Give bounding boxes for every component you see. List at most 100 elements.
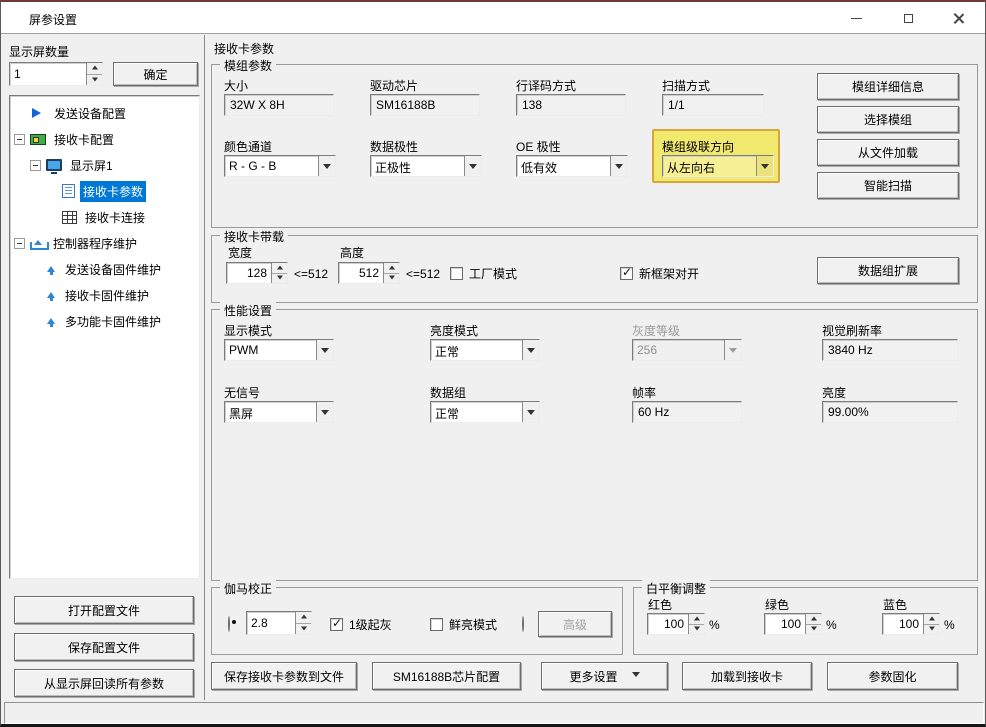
chevron-down-icon[interactable] xyxy=(316,340,333,360)
spin-down-icon[interactable] xyxy=(384,273,399,284)
minimize-button[interactable] xyxy=(839,7,873,29)
blue-stepper[interactable] xyxy=(882,613,940,635)
confirm-button[interactable]: 确定 xyxy=(113,62,198,86)
screen-count-input[interactable] xyxy=(10,63,86,85)
tree-item-send-device-config[interactable]: 发送设备配置 xyxy=(10,100,199,126)
scan-mode-field: 1/1 xyxy=(662,94,764,116)
red-input[interactable] xyxy=(648,614,688,634)
maximize-button[interactable] xyxy=(891,7,925,29)
spin-down-icon[interactable] xyxy=(296,623,311,635)
send-arrow-icon xyxy=(32,108,46,118)
visual-refresh-field: 3840 Hz xyxy=(822,339,958,361)
chevron-down-icon[interactable] xyxy=(522,340,539,360)
frame-rate-field: 60 Hz xyxy=(632,401,742,423)
solidify-params-button[interactable]: 参数固化 xyxy=(827,662,958,690)
spin-down-icon[interactable] xyxy=(806,624,821,635)
spin-up-icon[interactable] xyxy=(384,263,399,273)
color-channel-dropdown[interactable]: R - G - B xyxy=(224,155,336,177)
save-config-file-button[interactable]: 保存配置文件 xyxy=(14,633,194,661)
data-polarity-dropdown[interactable]: 正极性 xyxy=(370,155,482,177)
checkbox-icon[interactable] xyxy=(450,267,463,280)
data-group-expand-button[interactable]: 数据组扩展 xyxy=(817,257,959,284)
tree-item-controller-maintenance[interactable]: 控制器程序维护 xyxy=(10,230,199,256)
data-group-dropdown[interactable]: 正常 xyxy=(430,401,540,423)
close-button[interactable] xyxy=(941,7,975,29)
checkbox-icon[interactable] xyxy=(330,618,343,631)
more-settings-button[interactable]: 更多设置 xyxy=(541,662,668,690)
blue-input[interactable] xyxy=(883,614,923,634)
minimize-icon xyxy=(851,18,862,19)
load-to-card-button[interactable]: 加载到接收卡 xyxy=(682,662,812,690)
tree-item-receiving-card-params[interactable]: 接收卡参数 xyxy=(10,178,199,204)
spin-down-icon[interactable] xyxy=(924,624,939,635)
gamma-value-radio[interactable] xyxy=(228,616,230,632)
tree-item-multifunction-card-firmware[interactable]: 多功能卡固件维护 xyxy=(10,308,199,334)
tree-item-display-screen-1[interactable]: 显示屏1 xyxy=(10,152,199,178)
readback-all-params-button[interactable]: 从显示屏回读所有参数 xyxy=(14,669,194,697)
chevron-down-icon[interactable] xyxy=(318,156,335,176)
brightness-mode-dropdown[interactable]: 正常 xyxy=(430,339,540,361)
green-stepper[interactable] xyxy=(764,613,822,635)
new-frame-checkbox[interactable]: 新框架对开 xyxy=(620,265,699,282)
tree-item-receiving-card-connection[interactable]: 接收卡连接 xyxy=(10,204,199,230)
spin-down-icon[interactable] xyxy=(689,624,704,635)
select-module-button[interactable]: 选择模组 xyxy=(817,106,959,133)
gray-level-dropdown: 256 xyxy=(632,339,742,361)
red-stepper[interactable] xyxy=(647,613,705,635)
row-decode-field: 138 xyxy=(516,94,626,116)
screen-count-stepper[interactable] xyxy=(9,62,103,86)
red-label: 红色 xyxy=(648,596,672,613)
oe-polarity-dropdown[interactable]: 低有效 xyxy=(516,155,628,177)
gamma-input[interactable] xyxy=(247,612,295,634)
vivid-mode-checkbox[interactable]: 鲜亮模式 xyxy=(430,616,497,633)
scan-mode-label: 扫描方式 xyxy=(662,77,710,94)
factory-mode-checkbox[interactable]: 工厂模式 xyxy=(450,265,517,282)
tree-item-send-device-firmware[interactable]: 发送设备固件维护 xyxy=(10,256,199,282)
collapse-icon[interactable] xyxy=(14,134,25,145)
checkbox-icon[interactable] xyxy=(620,267,633,280)
chevron-down-icon[interactable] xyxy=(610,156,627,176)
chevron-down-icon[interactable] xyxy=(316,402,333,422)
display-mode-dropdown[interactable]: PWM xyxy=(224,339,334,361)
no-signal-dropdown[interactable]: 黑屏 xyxy=(224,401,334,423)
chip-config-button[interactable]: SM16188B芯片配置 xyxy=(372,662,521,690)
spin-down-icon[interactable] xyxy=(272,273,287,284)
chevron-down-icon[interactable] xyxy=(464,156,481,176)
gamma-advanced-radio[interactable] xyxy=(522,616,524,632)
save-params-to-file-button[interactable]: 保存接收卡参数到文件 xyxy=(211,662,357,690)
module-detail-button[interactable]: 模组详细信息 xyxy=(817,73,959,100)
spin-up-icon[interactable] xyxy=(924,614,939,624)
close-icon xyxy=(953,13,964,24)
checkbox-icon[interactable] xyxy=(430,618,443,631)
receiving-card-icon xyxy=(30,134,46,145)
chevron-down-icon[interactable] xyxy=(756,156,773,176)
width-input[interactable] xyxy=(227,263,271,283)
load-from-file-button[interactable]: 从文件加载 xyxy=(817,139,959,166)
spin-up-icon[interactable] xyxy=(87,63,102,74)
no-signal-label: 无信号 xyxy=(224,384,260,401)
tree-item-receiving-card-config[interactable]: 接收卡配置 xyxy=(10,126,199,152)
smart-scan-button[interactable]: 智能扫描 xyxy=(817,172,959,199)
collapse-icon[interactable] xyxy=(14,238,25,249)
cascade-direction-dropdown[interactable]: 从左向右 xyxy=(662,155,774,177)
gray-start-checkbox[interactable]: 1级起灰 xyxy=(330,616,392,633)
cascade-direction-label: 模组级联方向 xyxy=(662,138,734,155)
spin-up-icon[interactable] xyxy=(272,263,287,273)
spin-down-icon[interactable] xyxy=(87,74,102,86)
performance-group: 性能设置 显示模式 PWM 亮度模式 正常 灰度等级 256 视觉刷新率 384… xyxy=(211,309,978,581)
display-mode-label: 显示模式 xyxy=(224,322,272,339)
spin-up-icon[interactable] xyxy=(806,614,821,624)
collapse-icon[interactable] xyxy=(30,160,41,171)
width-stepper[interactable] xyxy=(226,262,288,284)
chevron-down-icon[interactable] xyxy=(522,402,539,422)
spin-up-icon[interactable] xyxy=(296,612,311,623)
open-config-file-button[interactable]: 打开配置文件 xyxy=(14,596,194,624)
height-input[interactable] xyxy=(339,263,383,283)
height-label: 高度 xyxy=(340,244,364,261)
gamma-stepper[interactable] xyxy=(246,611,312,635)
spin-up-icon[interactable] xyxy=(689,614,704,624)
panel-divider xyxy=(204,35,205,700)
green-input[interactable] xyxy=(765,614,805,634)
height-stepper[interactable] xyxy=(338,262,400,284)
tree-item-receiving-card-firmware[interactable]: 接收卡固件维护 xyxy=(10,282,199,308)
